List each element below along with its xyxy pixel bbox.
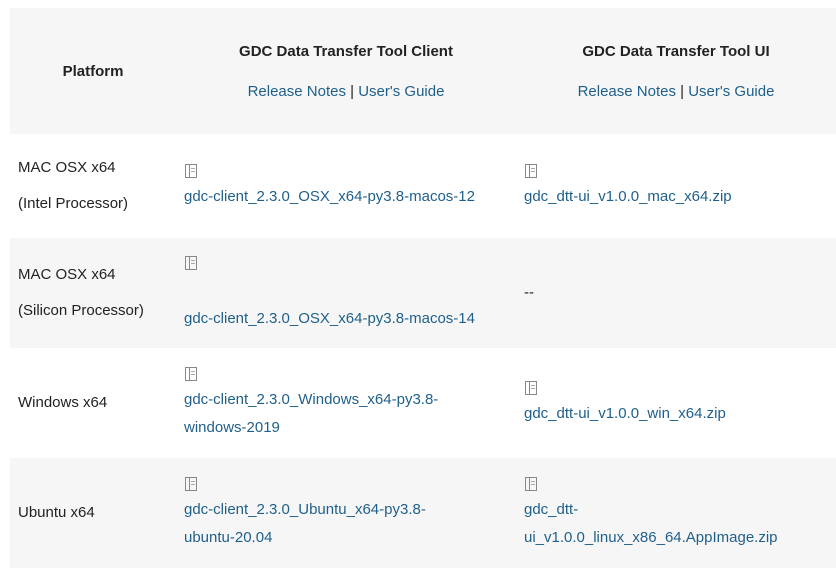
ui-users-guide-link[interactable]: User's Guide (688, 83, 774, 100)
client-users-guide-link[interactable]: User's Guide (358, 83, 444, 100)
table-body: MAC OSX x64 (Intel Processor) gdc-client… (10, 134, 836, 568)
download-table: Platform GDC Data Transfer Tool Client R… (10, 8, 836, 568)
file-icon (185, 477, 197, 491)
platform-cell: Ubuntu x64 (10, 458, 176, 568)
ui-release-notes-link[interactable]: Release Notes (578, 83, 676, 100)
header-ui-title: GDC Data Transfer Tool UI (582, 42, 770, 60)
header-row: Platform GDC Data Transfer Tool Client R… (10, 8, 836, 134)
table-row: MAC OSX x64 (Intel Processor) gdc-client… (10, 134, 836, 238)
client-release-notes-link[interactable]: Release Notes (248, 83, 346, 100)
platform-cell: Windows x64 (10, 348, 176, 458)
file-icon (185, 367, 197, 381)
header-platform: Platform (10, 8, 176, 134)
ui-download-link-windows[interactable]: gdc_dtt-ui_v1.0.0_win_x64.zip (524, 400, 832, 428)
platform-cell: MAC OSX x64 (Intel Processor) (10, 134, 176, 238)
header-client-title: GDC Data Transfer Tool Client (239, 42, 453, 60)
client-download-link-ubuntu-line1: gdc-client_2.3.0_Ubuntu_x64-py3.8- (184, 501, 426, 518)
table-row: Windows x64 gdc-client_2.3.0_Windows_x64… (10, 348, 836, 458)
file-icon (185, 164, 197, 178)
ui-download-cell: gdc_dtt-ui_v1.0.0_mac_x64.zip (516, 134, 836, 238)
ui-download-link-ubuntu-line2: ui_v1.0.0_linux_x86_64.AppImage.zip (524, 529, 778, 546)
platform-name: Windows x64 (18, 394, 108, 411)
link-separator: | (350, 82, 355, 100)
client-download-link-windows-line1: gdc-client_2.3.0_Windows_x64-py3.8- (184, 391, 439, 408)
platform-detail: (Silicon Processor) (18, 302, 144, 319)
client-download-link-ubuntu-line2: ubuntu-20.04 (184, 529, 273, 546)
client-download-cell: gdc-client_2.3.0_OSX_x64-py3.8-macos-12 (176, 134, 516, 238)
ui-download-link-ubuntu-line1: gdc_dtt- (524, 501, 579, 518)
header-client-links: Release Notes | User's Guide (180, 83, 512, 100)
platform-name: MAC OSX x64 (18, 159, 116, 176)
platform-detail: (Intel Processor) (18, 195, 129, 212)
client-download-link-mac-silicon[interactable]: gdc-client_2.3.0_OSX_x64-py3.8-macos-14 (184, 305, 512, 333)
file-icon (525, 381, 537, 395)
client-download-link-windows-line2: windows-2019 (184, 419, 280, 436)
platform-cell: MAC OSX x64 (Silicon Processor) (10, 238, 176, 348)
client-download-link-ubuntu[interactable]: gdc-client_2.3.0_Ubuntu_x64-py3.8- ubunt… (184, 496, 512, 552)
ui-download-link-mac-intel[interactable]: gdc_dtt-ui_v1.0.0_mac_x64.zip (524, 183, 832, 211)
client-download-cell: gdc-client_2.3.0_Ubuntu_x64-py3.8- ubunt… (176, 458, 516, 568)
download-table-container: Platform GDC Data Transfer Tool Client R… (10, 8, 836, 568)
file-icon (525, 164, 537, 178)
platform-name: MAC OSX x64 (18, 266, 116, 283)
client-download-cell: gdc-client_2.3.0_OSX_x64-py3.8-macos-14 (176, 238, 516, 348)
table-row: MAC OSX x64 (Silicon Processor) gdc-clie… (10, 238, 836, 348)
client-download-link-mac-intel[interactable]: gdc-client_2.3.0_OSX_x64-py3.8-macos-12 (184, 183, 512, 211)
ui-download-cell: gdc_dtt- ui_v1.0.0_linux_x86_64.AppImage… (516, 458, 836, 568)
ui-download-unavailable: -- (524, 284, 534, 301)
ui-download-cell: gdc_dtt-ui_v1.0.0_win_x64.zip (516, 348, 836, 458)
table-row: Ubuntu x64 gdc-client_2.3.0_Ubuntu_x64-p… (10, 458, 836, 568)
header-ui-links: Release Notes | User's Guide (520, 83, 832, 100)
link-separator: | (680, 82, 685, 100)
table-header: Platform GDC Data Transfer Tool Client R… (10, 8, 836, 134)
header-platform-label: Platform (62, 62, 124, 80)
header-client: GDC Data Transfer Tool Client Release No… (176, 8, 516, 134)
client-download-link-windows[interactable]: gdc-client_2.3.0_Windows_x64-py3.8- wind… (184, 386, 512, 442)
platform-name: Ubuntu x64 (18, 504, 95, 521)
client-download-cell: gdc-client_2.3.0_Windows_x64-py3.8- wind… (176, 348, 516, 458)
ui-download-cell: -- (516, 238, 836, 348)
header-ui: GDC Data Transfer Tool UI Release Notes … (516, 8, 836, 134)
file-icon (185, 256, 197, 270)
file-icon (525, 477, 537, 491)
ui-download-link-ubuntu[interactable]: gdc_dtt- ui_v1.0.0_linux_x86_64.AppImage… (524, 496, 832, 552)
